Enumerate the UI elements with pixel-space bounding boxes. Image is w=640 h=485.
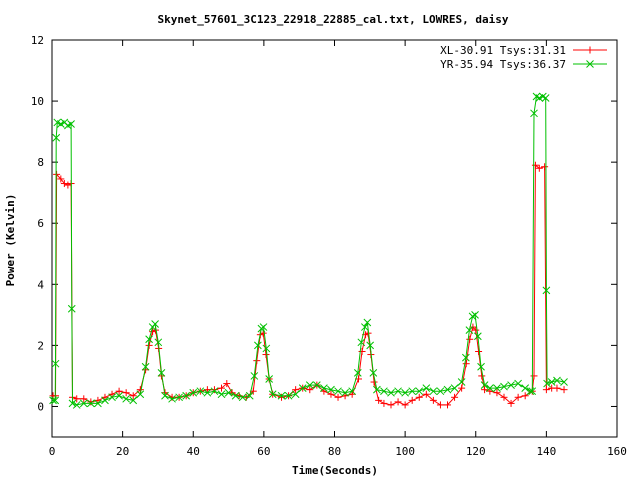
legend-label: XL-30.91 Tsys:31.31 <box>440 44 566 57</box>
y-tick-label: 2 <box>37 339 44 352</box>
y-tick-label: 6 <box>37 217 44 230</box>
x-tick-label: 0 <box>49 445 56 458</box>
x-tick-label: 40 <box>187 445 200 458</box>
y-tick-label: 12 <box>31 34 44 47</box>
x-tick-label: 20 <box>116 445 129 458</box>
x-tick-label: 80 <box>328 445 341 458</box>
chart-background <box>0 0 640 480</box>
x-axis-label: Time(Seconds) <box>292 464 378 477</box>
legend-label: YR-35.94 Tsys:36.37 <box>440 58 566 71</box>
x-tick-label: 60 <box>257 445 270 458</box>
y-tick-label: 0 <box>37 400 44 413</box>
chart-svg: Skynet_57601_3C123_22918_22885_cal.txt, … <box>0 0 640 480</box>
y-tick-label: 4 <box>37 278 44 291</box>
chart-title: Skynet_57601_3C123_22918_22885_cal.txt, … <box>158 13 509 26</box>
chart: Skynet_57601_3C123_22918_22885_cal.txt, … <box>0 0 640 480</box>
x-tick-label: 120 <box>466 445 486 458</box>
y-axis-label: Power (Kelvin) <box>4 194 17 287</box>
x-tick-label: 160 <box>607 445 627 458</box>
x-tick-label: 140 <box>536 445 556 458</box>
y-tick-label: 10 <box>31 95 44 108</box>
y-tick-label: 8 <box>37 156 44 169</box>
x-tick-label: 100 <box>395 445 415 458</box>
